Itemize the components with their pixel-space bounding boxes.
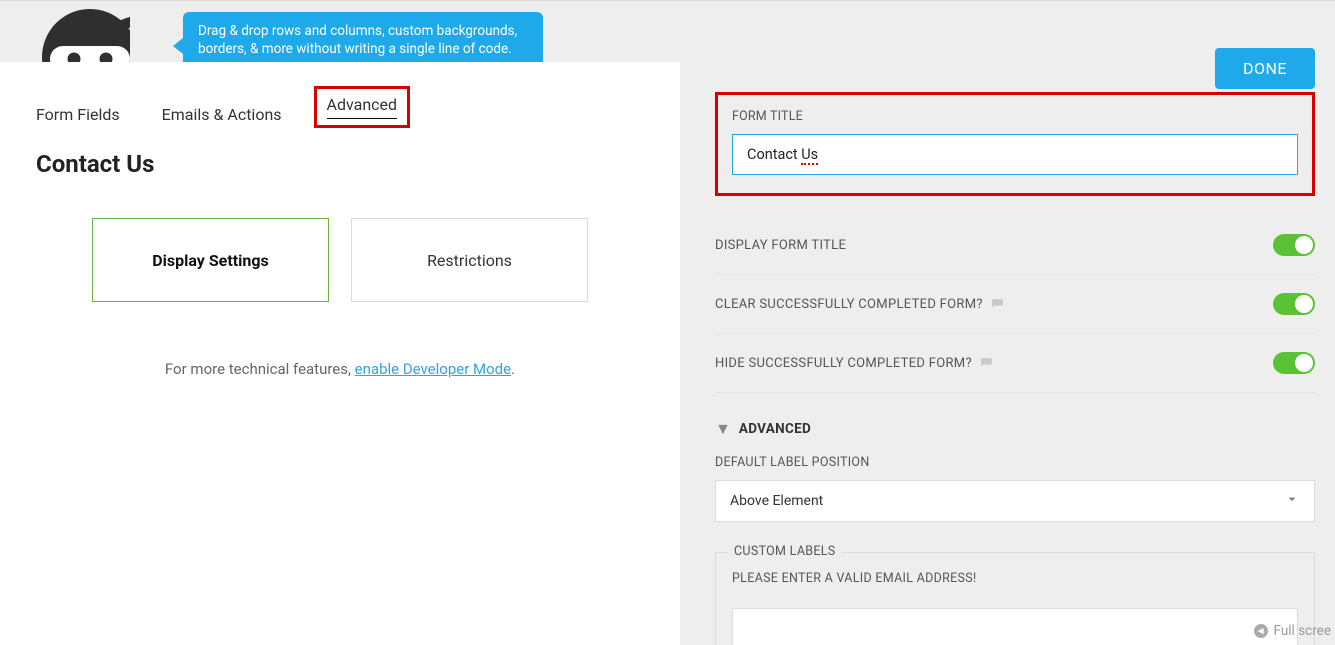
form-title-label: FORM TITLE (732, 109, 1298, 124)
ninja-logo (20, 2, 130, 62)
row-display-form-title: DISPLAY FORM TITLE (715, 216, 1315, 275)
form-title-value-prefix: Contact (747, 146, 801, 163)
tab-form-fields[interactable]: Form Fields (36, 105, 120, 128)
tab-advanced[interactable]: Advanced (327, 95, 398, 119)
left-panel: Form Fields Emails & Actions Advanced Co… (0, 62, 680, 645)
arrow-left-icon: ◄ (1254, 624, 1268, 638)
custom-email-label: PLEASE ENTER A VALID EMAIL ADDRESS! (732, 571, 1298, 596)
form-title-value-spell: Us (801, 146, 818, 165)
hide-completed-toggle[interactable] (1273, 352, 1315, 374)
card-restrictions[interactable]: Restrictions (351, 218, 588, 302)
fullscreen-button[interactable]: ◄ Full scree (1254, 623, 1331, 639)
dev-note-prefix: For more technical features, (165, 360, 355, 378)
option-cards: Display Settings Restrictions (0, 178, 680, 302)
clear-completed-label: CLEAR SUCCESSFULLY COMPLETED FORM? (715, 297, 983, 312)
form-title-input[interactable]: Contact Us (732, 134, 1298, 175)
row-hide-completed: HIDE SUCCESSFULLY COMPLETED FORM? (715, 334, 1315, 393)
enable-developer-mode-link[interactable]: enable Developer Mode (355, 360, 511, 378)
right-panel: FORM TITLE Contact Us DISPLAY FORM TITLE… (680, 62, 1335, 645)
advanced-section-header[interactable]: ▼ ADVANCED (715, 393, 1315, 449)
hint-icon[interactable] (991, 298, 1004, 311)
custom-labels-group: CUSTOM LABELS PLEASE ENTER A VALID EMAIL… (715, 552, 1315, 645)
custom-labels-title: CUSTOM LABELS (728, 544, 842, 559)
display-form-title-label: DISPLAY FORM TITLE (715, 238, 846, 253)
hint-icon[interactable] (980, 357, 993, 370)
default-label-position-select[interactable]: Above Element (715, 480, 1315, 522)
chevron-down-icon: ▼ (715, 419, 731, 439)
dev-note-suffix: . (511, 360, 515, 378)
row-clear-completed: CLEAR SUCCESSFULLY COMPLETED FORM? (715, 275, 1315, 334)
settings-tabs: Form Fields Emails & Actions Advanced (0, 62, 680, 128)
default-label-position-label: DEFAULT LABEL POSITION (715, 449, 1315, 480)
custom-email-input[interactable] (732, 608, 1298, 645)
form-title-highlight: FORM TITLE Contact Us (715, 92, 1315, 196)
page-title: Contact Us (0, 128, 680, 178)
fullscreen-label: Full scree (1274, 623, 1331, 639)
display-form-title-toggle[interactable] (1273, 234, 1315, 256)
advanced-tab-highlight: Advanced (314, 86, 411, 128)
developer-mode-note: For more technical features, enable Deve… (0, 302, 680, 378)
default-label-position-value: Above Element (730, 493, 823, 509)
chevron-down-icon (1284, 491, 1300, 511)
card-display-settings[interactable]: Display Settings (92, 218, 329, 302)
layouts-tooltip: Drag & drop rows and columns, custom bac… (183, 12, 543, 68)
tab-emails-actions[interactable]: Emails & Actions (162, 105, 282, 128)
advanced-section-title: ADVANCED (739, 421, 811, 437)
hide-completed-label: HIDE SUCCESSFULLY COMPLETED FORM? (715, 356, 972, 371)
clear-completed-toggle[interactable] (1273, 293, 1315, 315)
